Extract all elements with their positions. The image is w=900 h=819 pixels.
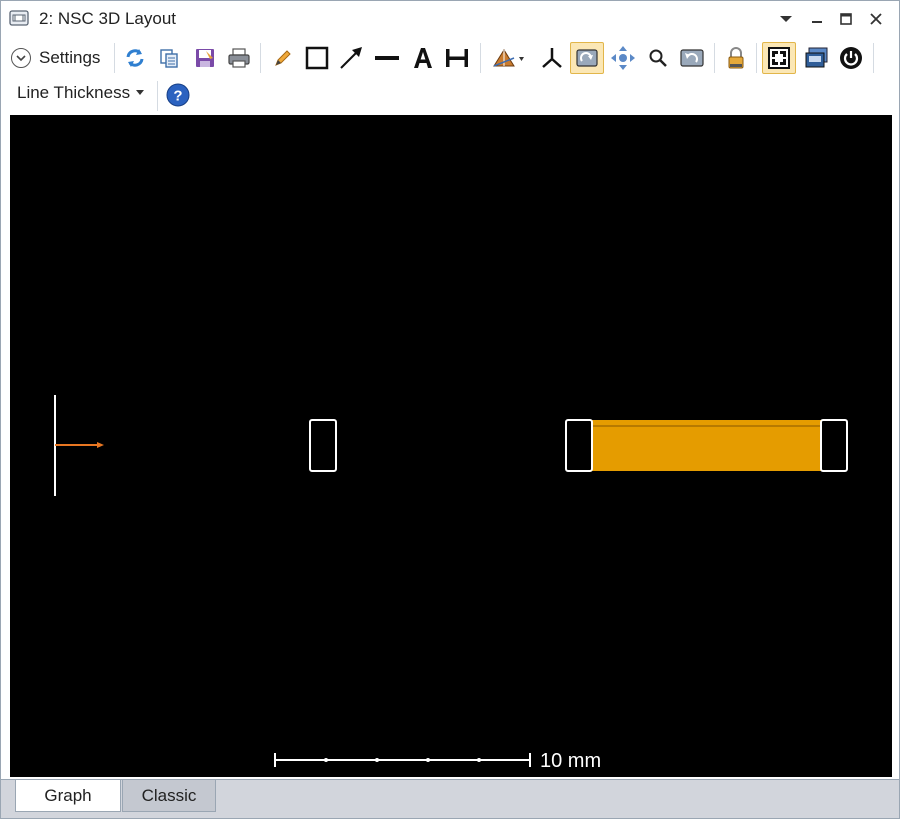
chevron-down-icon (11, 48, 31, 68)
rod-body (591, 420, 821, 471)
toolbar-separator (157, 81, 158, 111)
help-icon[interactable]: ? (163, 80, 193, 110)
main-toolbar: Settings (1, 39, 899, 77)
line-thickness-dropdown[interactable]: Line Thickness (17, 83, 145, 103)
power-icon[interactable] (836, 43, 866, 73)
toolbar-separator (756, 43, 757, 73)
layout-viewport[interactable]: 10 mm (10, 115, 892, 777)
scale-bar-label: 10 mm (540, 750, 601, 772)
dropdown-icon[interactable] (773, 7, 799, 31)
lock-icon[interactable] (721, 43, 751, 73)
rod-left-cap (565, 419, 593, 472)
arrow-icon[interactable] (336, 43, 366, 73)
optical-element (309, 419, 337, 472)
maximize-icon[interactable] (833, 7, 859, 31)
nsc-3d-layout-window: 2: NSC 3D Layout Settings Line Thickness… (0, 0, 900, 819)
pencil-icon[interactable] (268, 43, 298, 73)
toolbar-separator (114, 43, 115, 73)
dimension-icon[interactable] (442, 43, 472, 73)
pan-icon[interactable] (608, 43, 638, 73)
caret-down-icon (136, 88, 145, 98)
line-thickness-label: Line Thickness (17, 83, 131, 102)
rod-right-cap (820, 419, 848, 472)
minimize-icon[interactable] (804, 7, 830, 31)
rotate-icon[interactable] (570, 42, 604, 74)
line-icon[interactable] (372, 43, 402, 73)
view-angle-icon[interactable] (488, 43, 530, 73)
svg-text:?: ? (173, 88, 182, 105)
close-icon[interactable] (863, 7, 889, 31)
secondary-toolbar: Line Thickness ? (1, 77, 899, 113)
view-tabs: Graph Classic (1, 779, 899, 818)
title-bar: 2: NSC 3D Layout (1, 1, 899, 37)
toolbar-separator (480, 43, 481, 73)
layout-drawing: 10 mm (54, 395, 848, 772)
refresh-icon[interactable] (120, 43, 150, 73)
tab-classic[interactable]: Classic (122, 780, 216, 812)
window-layout-icon[interactable] (762, 42, 796, 74)
tab-graph[interactable]: Graph (15, 780, 121, 812)
rectangle-icon[interactable] (302, 43, 332, 73)
axes-icon[interactable] (537, 43, 567, 73)
settings-button[interactable]: Settings (11, 45, 100, 71)
settings-label: Settings (39, 48, 101, 67)
reset-view-icon[interactable] (677, 43, 707, 73)
toolbar-separator (873, 43, 874, 73)
toolbar-separator (260, 43, 261, 73)
ray-arrowhead (97, 442, 104, 448)
copy-icon[interactable] (154, 43, 184, 73)
export-icon[interactable] (802, 43, 832, 73)
toolbar-separator (714, 43, 715, 73)
text-icon[interactable] (408, 43, 438, 73)
save-icon[interactable] (190, 43, 220, 73)
window-title: 2: NSC 3D Layout (39, 9, 177, 28)
layout-window-icon (9, 10, 29, 26)
print-icon[interactable] (224, 43, 254, 73)
scale-bar (274, 753, 531, 767)
zoom-icon[interactable] (643, 43, 673, 73)
